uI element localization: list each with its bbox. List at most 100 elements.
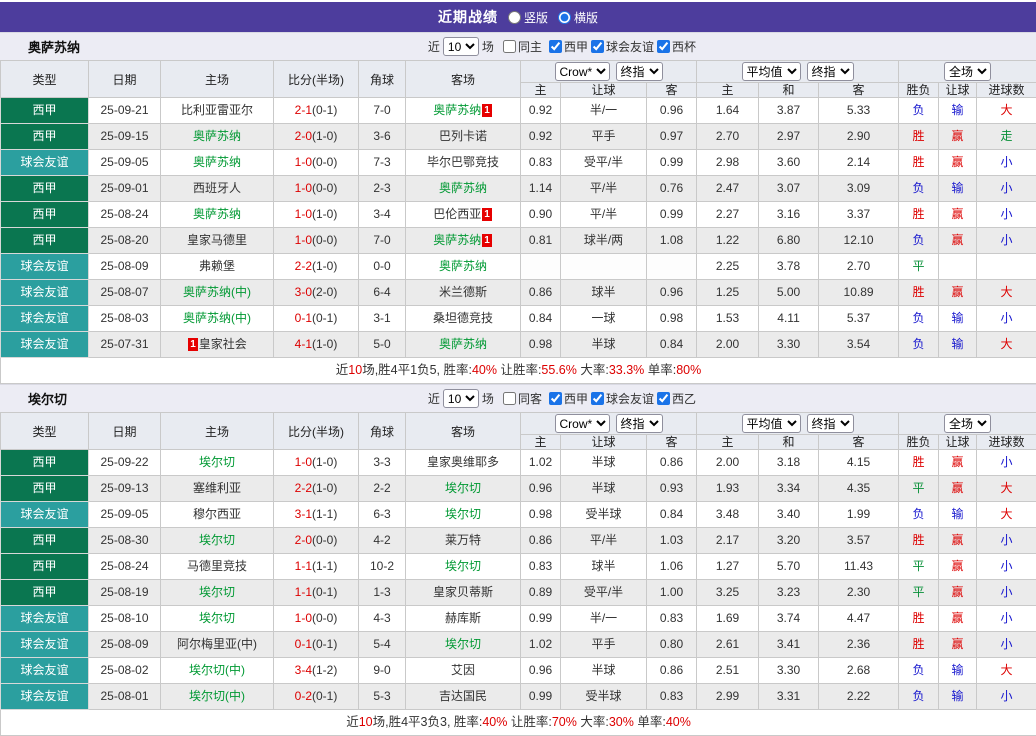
- away-team-cell: 奥萨苏纳: [406, 176, 521, 202]
- league-checkbox-friendly[interactable]: 球会友谊: [591, 38, 654, 55]
- col-avg-draw: 和: [759, 83, 819, 98]
- corners-cell: 6-4: [359, 280, 406, 306]
- team-name: 桑坦德竞技: [433, 311, 493, 325]
- odds-final-select[interactable]: 终指: [616, 414, 663, 433]
- league-cell: 西甲: [1, 228, 89, 254]
- date-cell: 25-07-31: [89, 332, 161, 358]
- fulltime-score: 3-0: [295, 285, 312, 299]
- red-card-badge: 1: [482, 104, 492, 117]
- halftime-score: (0-1): [312, 689, 337, 703]
- avg-source-select[interactable]: 平均值: [742, 62, 801, 81]
- handicap-cell: [561, 254, 647, 280]
- same-away-checkbox[interactable]: [503, 392, 516, 405]
- same-home-checkbox-label[interactable]: 同主: [503, 38, 542, 55]
- result-cell: 平: [899, 554, 939, 580]
- laliga-checkbox[interactable]: [549, 392, 562, 405]
- team-name: 奥萨苏纳: [439, 181, 487, 195]
- league-checkbox-copa[interactable]: 西杯: [657, 38, 696, 55]
- avg-away-cell: 12.10: [819, 228, 899, 254]
- scope-group-header: 全场: [899, 413, 1036, 435]
- league-cell: 西甲: [1, 176, 89, 202]
- league-cell: 球会友谊: [1, 684, 89, 710]
- laliga-checkbox[interactable]: [549, 40, 562, 53]
- home-team-cell: 西班牙人: [161, 176, 274, 202]
- score-cell: 2-0(1-0): [274, 124, 359, 150]
- col-corner: 角球: [359, 413, 406, 450]
- away-odds-cell: 1.06: [647, 554, 697, 580]
- avg-home-cell: 2.25: [697, 254, 759, 280]
- home-team-cell: 奥萨苏纳: [161, 150, 274, 176]
- avg-home-cell: 1.53: [697, 306, 759, 332]
- same-away-label: 同客: [518, 390, 542, 407]
- home-odds-cell: 0.98: [521, 502, 561, 528]
- score-cell: 3-4(1-2): [274, 658, 359, 684]
- team-name: 奥萨苏纳: [439, 259, 487, 273]
- halftime-score: (1-1): [312, 507, 337, 521]
- avg-home-cell: 2.00: [697, 450, 759, 476]
- goals-result-cell: 小: [977, 528, 1036, 554]
- score-cell: 1-1(0-1): [274, 580, 359, 606]
- vertical-layout-radio-label[interactable]: 竖版: [508, 9, 548, 26]
- avg-home-cell: 2.17: [697, 528, 759, 554]
- copa-checkbox[interactable]: [657, 40, 670, 53]
- away-odds-cell: 1.08: [647, 228, 697, 254]
- odds-source-select[interactable]: Crow*: [555, 414, 610, 433]
- goals-result-cell: 小: [977, 176, 1036, 202]
- team-name: 埃尔切(中): [189, 663, 245, 677]
- friendly-checkbox[interactable]: [591, 40, 604, 53]
- league-checkbox-segunda[interactable]: 西乙: [657, 390, 696, 407]
- fulltime-score: 1-0: [295, 155, 312, 169]
- result-cell: 胜: [899, 124, 939, 150]
- col-home: 主场: [161, 413, 274, 450]
- col-odds-handicap: 让球: [561, 83, 647, 98]
- halftime-score: (1-2): [312, 663, 337, 677]
- home-odds-cell: 1.02: [521, 450, 561, 476]
- scope-select[interactable]: 全场: [944, 62, 991, 81]
- fulltime-score: 0-1: [295, 311, 312, 325]
- away-team-cell: 奥萨苏纳1: [406, 98, 521, 124]
- odds-final-select[interactable]: 终指: [616, 62, 663, 81]
- league-checkbox-laliga[interactable]: 西甲: [549, 390, 588, 407]
- team-name: 埃尔切: [445, 559, 481, 573]
- home-team-cell: 穆尔西亚: [161, 502, 274, 528]
- avg-source-select[interactable]: 平均值: [742, 414, 801, 433]
- away-team-cell: 米兰德斯: [406, 280, 521, 306]
- date-cell: 25-08-10: [89, 606, 161, 632]
- scope-select[interactable]: 全场: [944, 414, 991, 433]
- same-home-checkbox[interactable]: [503, 40, 516, 53]
- away-team-cell: 吉达国民: [406, 684, 521, 710]
- handicap-cell: 平/半: [561, 202, 647, 228]
- section-tbody-1: 西甲25-09-22埃尔切1-0(1-0)3-3皇家奥维耶多1.02半球0.86…: [1, 450, 1036, 736]
- result-cell: 负: [899, 658, 939, 684]
- avg-final-select[interactable]: 终指: [807, 62, 854, 81]
- team-name: 埃尔切(中): [189, 689, 245, 703]
- team-name: 西班牙人: [193, 181, 241, 195]
- handicap-cell: 受半球: [561, 502, 647, 528]
- halftime-score: (1-0): [312, 481, 337, 495]
- friendly-checkbox[interactable]: [591, 392, 604, 405]
- avg-final-select[interactable]: 终指: [807, 414, 854, 433]
- odds-source-select[interactable]: Crow*: [555, 62, 610, 81]
- same-away-checkbox-label[interactable]: 同客: [503, 390, 542, 407]
- match-row: 西甲25-09-13塞维利亚2-2(1-0)2-2埃尔切0.96半球0.931.…: [1, 476, 1036, 502]
- league-checkbox-laliga[interactable]: 西甲: [549, 38, 588, 55]
- section-header-home-team: 奥萨苏纳 近 10 场 同主 西甲 球会友谊 西杯: [0, 32, 1036, 60]
- home-team-cell: 奥萨苏纳(中): [161, 280, 274, 306]
- avg-home-cell: 1.69: [697, 606, 759, 632]
- segunda-checkbox[interactable]: [657, 392, 670, 405]
- horizontal-layout-radio-label[interactable]: 横版: [558, 9, 598, 26]
- league-cell: 西甲: [1, 98, 89, 124]
- halftime-score: (1-0): [312, 337, 337, 351]
- recent-count-select[interactable]: 10: [443, 37, 479, 56]
- away-team-cell: 皇家奥维耶多: [406, 450, 521, 476]
- horizontal-layout-radio[interactable]: [558, 11, 571, 24]
- home-odds-cell: 0.86: [521, 528, 561, 554]
- handicap-cell: 半/一: [561, 606, 647, 632]
- vertical-layout-radio[interactable]: [508, 11, 521, 24]
- date-cell: 25-09-22: [89, 450, 161, 476]
- handicap-result-cell: 输: [939, 98, 977, 124]
- recent-count-select[interactable]: 10: [443, 389, 479, 408]
- avg-away-cell: 5.37: [819, 306, 899, 332]
- league-cell: 球会友谊: [1, 150, 89, 176]
- league-checkbox-friendly[interactable]: 球会友谊: [591, 390, 654, 407]
